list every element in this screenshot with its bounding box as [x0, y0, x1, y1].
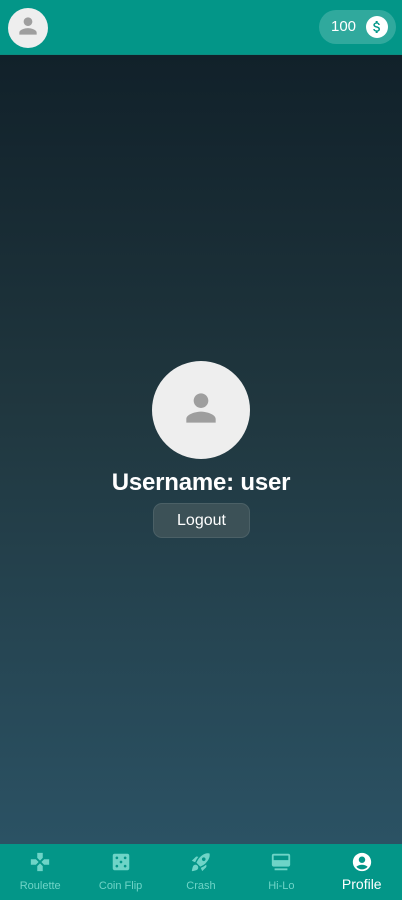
nav-item-coin-flip[interactable]: Coin Flip	[80, 844, 160, 900]
nav-label: Roulette	[19, 880, 61, 892]
top-app-bar: 100	[0, 0, 402, 55]
nav-item-roulette[interactable]: Roulette	[0, 844, 80, 900]
balance-value: 100	[331, 18, 357, 35]
bottom-navigation: Roulette Coin Flip Crash Hi-Lo Profile	[0, 844, 402, 900]
nav-item-hi-lo[interactable]: Hi-Lo	[241, 844, 321, 900]
account-icon	[179, 386, 223, 435]
nav-label: Coin Flip	[98, 880, 143, 892]
balance-chip[interactable]: 100	[319, 10, 396, 44]
nav-item-crash[interactable]: Crash	[161, 844, 241, 900]
gamepad-icon	[29, 851, 51, 873]
account-circle-icon	[351, 851, 373, 873]
nav-label: Profile	[341, 876, 382, 892]
profile-screen: Username: user Logout	[0, 55, 402, 844]
card-icon	[270, 851, 292, 873]
nav-label: Crash	[186, 880, 216, 892]
dollar-coin-icon	[366, 16, 388, 38]
nav-label: Hi-Lo	[268, 880, 295, 892]
profile-avatar	[152, 361, 250, 459]
account-icon	[15, 13, 41, 44]
username-label: Username: user	[111, 469, 291, 496]
header-avatar-button[interactable]	[8, 8, 48, 48]
dice-icon	[110, 851, 132, 873]
logout-button[interactable]: Logout	[153, 503, 250, 538]
nav-item-profile[interactable]: Profile	[322, 844, 402, 900]
rocket-icon	[190, 851, 212, 873]
app-root: 100 Username: user Logout Roulette Coin …	[0, 0, 402, 900]
